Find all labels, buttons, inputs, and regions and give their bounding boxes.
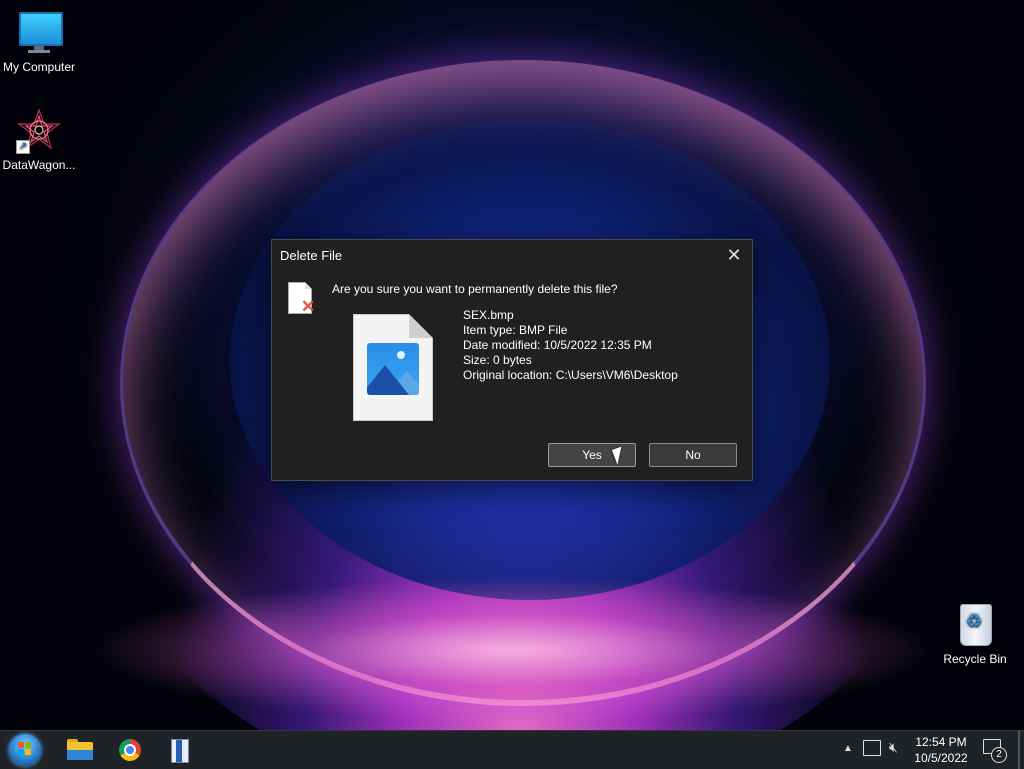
- confirmation-question: Are you sure you want to permanently del…: [332, 282, 618, 296]
- desktop-icon-datawagon[interactable]: ↗ DataWagon...: [0, 108, 81, 172]
- archive-icon: [171, 739, 189, 763]
- desktop-icon-label: My Computer: [2, 60, 76, 74]
- chrome-taskbar-button[interactable]: [116, 736, 144, 764]
- desktop-icon-recycle-bin[interactable]: ♻ Recycle Bin: [933, 602, 1017, 666]
- file-modified: Date modified: 10/5/2022 12:35 PM: [463, 338, 652, 352]
- file-size: Size: 0 bytes: [463, 353, 532, 367]
- file-type: Item type: BMP File: [463, 323, 568, 337]
- close-icon[interactable]: ✕: [722, 244, 746, 266]
- taskbar: ▲ 🔇︎ 12:54 PM 10/5/2022 2: [0, 730, 1024, 769]
- file-explorer-taskbar-button[interactable]: [66, 736, 94, 764]
- dialog-title: Delete File: [280, 248, 343, 263]
- notification-count-badge: 2: [991, 747, 1007, 763]
- windows-logo-icon: [18, 742, 32, 756]
- start-button[interactable]: [9, 734, 41, 766]
- file-location: Original location: C:\Users\VM6\Desktop: [463, 368, 678, 382]
- datawagon-icon: ↗: [16, 108, 62, 154]
- delete-file-icon: ✕: [288, 282, 315, 316]
- desktop-icon-label: Recycle Bin: [943, 652, 1007, 666]
- system-clock[interactable]: 12:54 PM 10/5/2022: [906, 734, 976, 766]
- desktop-icon-my-computer[interactable]: My Computer: [0, 10, 81, 74]
- clock-date: 10/5/2022: [914, 751, 968, 765]
- recycle-bin-icon: ♻: [952, 602, 998, 648]
- show-hidden-icons-chevron-icon[interactable]: ▲: [843, 743, 853, 754]
- delete-file-dialog: Delete File ✕ ✕ Are you sure you want to…: [271, 239, 753, 481]
- show-desktop-button[interactable]: [1018, 731, 1020, 769]
- network-icon[interactable]: [863, 740, 881, 756]
- no-button[interactable]: No: [649, 443, 737, 467]
- computer-icon: [16, 10, 63, 56]
- shortcut-arrow-icon: ↗: [16, 140, 30, 154]
- wallpaper-floor-glow: [0, 560, 1024, 730]
- desktop-icon-label: DataWagon...: [2, 158, 76, 172]
- image-file-icon: [367, 343, 419, 395]
- file-name: SEX.bmp: [463, 308, 514, 322]
- archive-taskbar-button[interactable]: [165, 736, 193, 764]
- clock-time: 12:54 PM: [915, 735, 967, 749]
- file-thumbnail: [353, 314, 433, 421]
- speaker-muted-icon[interactable]: 🔇︎: [889, 739, 898, 756]
- file-info: SEX.bmp Item type: BMP File Date modifie…: [463, 308, 678, 383]
